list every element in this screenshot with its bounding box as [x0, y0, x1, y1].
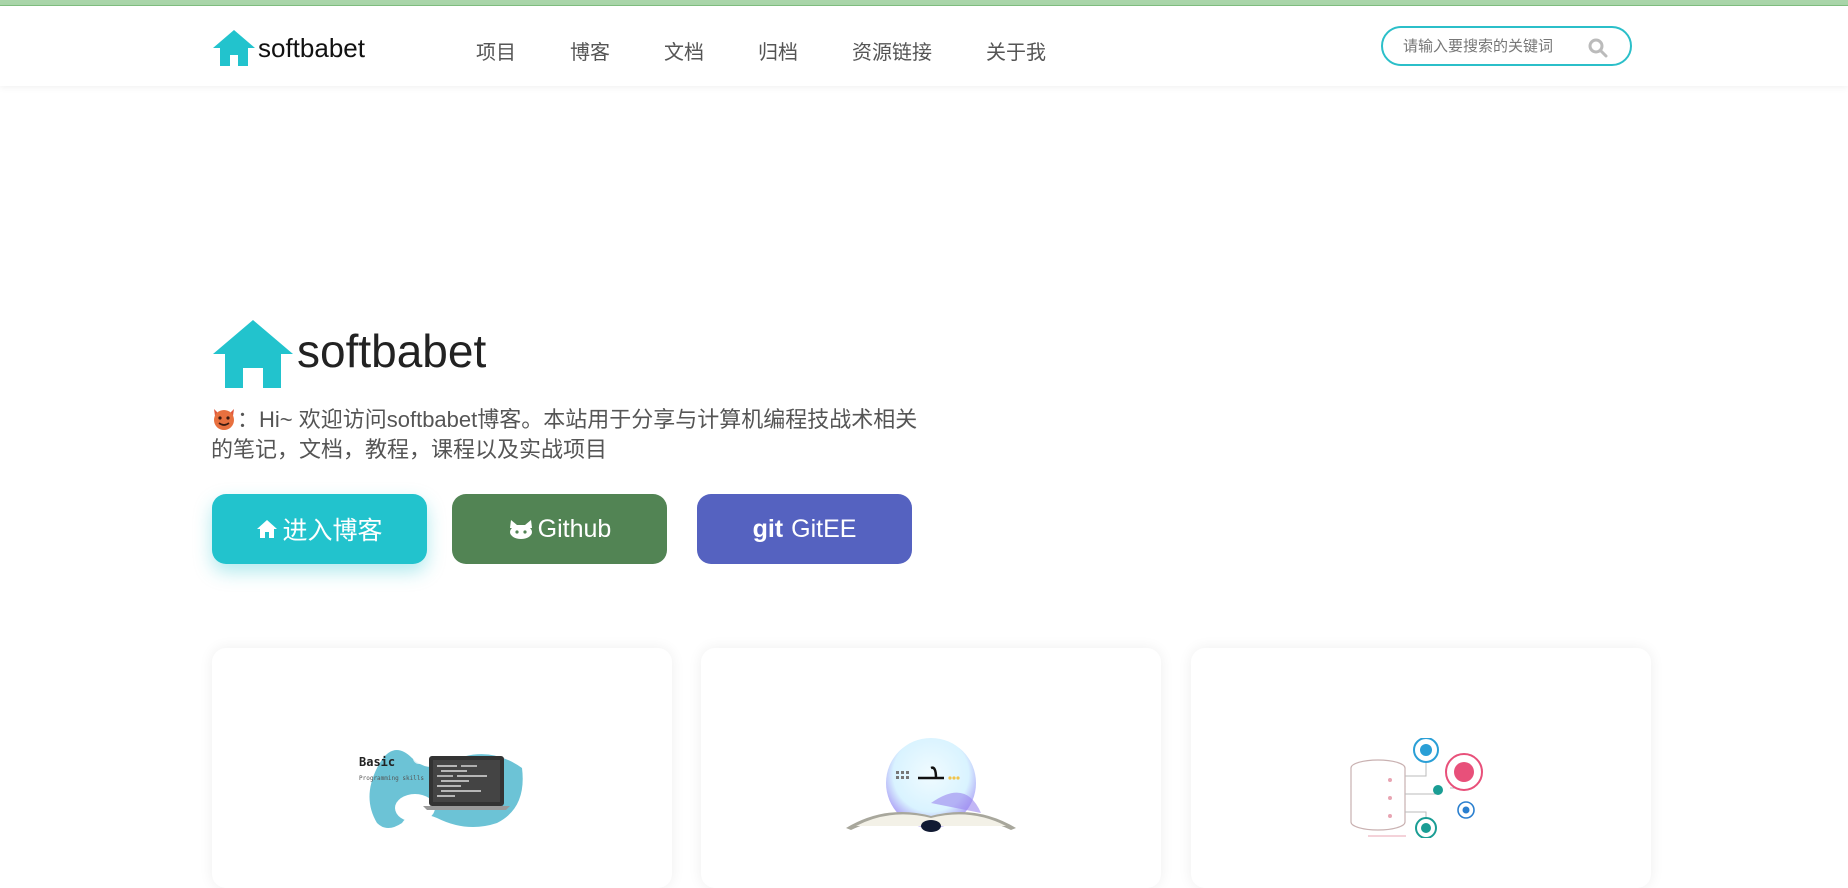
nav-item-projects[interactable]: 项目: [476, 36, 516, 65]
github-button[interactable]: Github: [452, 494, 667, 564]
site-header: softbabet 项目 博客 文档 归档 资源链接 关于我: [0, 6, 1848, 86]
gitee-button[interactable]: git GitEE: [697, 494, 912, 564]
house-icon: [213, 30, 255, 66]
gitee-label: GitEE: [791, 514, 857, 543]
intro-text-block: ：Hi~ 欢迎访问softbabet博客。本站用于分享与计算机编程技战术相关的笔…: [211, 405, 931, 465]
search-input[interactable]: [1403, 37, 1583, 55]
database-gears-illustration: [1350, 738, 1483, 838]
hero-logo: softbabet: [211, 318, 486, 390]
house-icon: [213, 320, 293, 388]
enter-blog-label: 进入博客: [282, 517, 383, 545]
git-icon: git: [752, 514, 784, 543]
search-icon[interactable]: [1588, 38, 1608, 58]
logo-text: softbabet: [258, 32, 365, 63]
card1-img-subtitle: Programming skills: [359, 775, 424, 782]
home-icon: [257, 520, 278, 538]
search-box: [1381, 26, 1632, 66]
github-label: Github: [537, 514, 612, 543]
project-card-basic[interactable]: Basic Programming skills: [212, 648, 672, 888]
main-nav: 项目 博客 文档 归档 资源链接 关于我: [476, 36, 1100, 65]
site-logo[interactable]: softbabet: [211, 28, 365, 68]
nav-item-about[interactable]: 关于我: [986, 36, 1046, 65]
nav-item-archive[interactable]: 归档: [758, 36, 798, 65]
hero-name: softbabet: [297, 325, 487, 377]
nav-item-blog[interactable]: 博客: [570, 36, 610, 65]
project-card-data[interactable]: [1191, 648, 1651, 888]
basic-programming-illustration: Basic Programming skills: [359, 750, 523, 828]
project-card-docs[interactable]: [701, 648, 1161, 888]
smiling-devil-icon: [214, 409, 234, 430]
nav-item-resources[interactable]: 资源链接: [852, 36, 932, 65]
nav-item-docs[interactable]: 文档: [664, 36, 704, 65]
card1-img-title: Basic: [359, 755, 395, 769]
enter-blog-button[interactable]: 进入博客: [212, 494, 427, 564]
intro-text: ：Hi~ 欢迎访问softbabet博客。本站用于分享与计算机编程技战术相关的笔…: [211, 407, 918, 462]
open-book-illustration: [846, 738, 1016, 832]
github-icon: [509, 520, 532, 539]
